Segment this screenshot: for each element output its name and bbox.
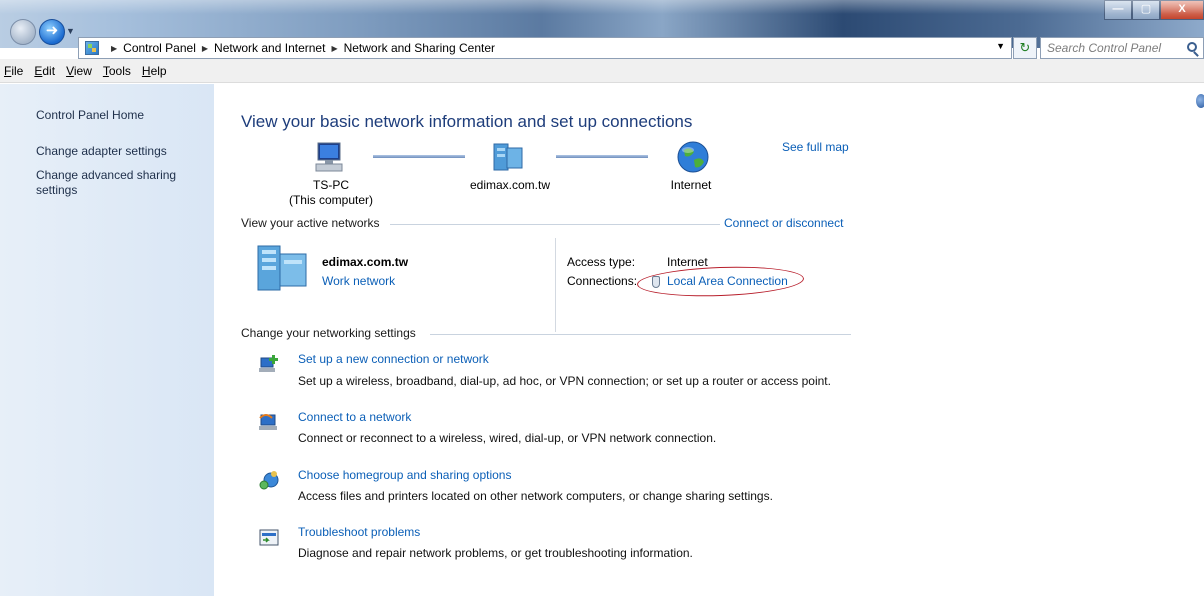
address-bar[interactable]: ▶ Control Panel ▶ Network and Internet ▶…: [78, 37, 1012, 59]
chevron-right-icon[interactable]: ▶: [331, 44, 337, 53]
help-icon[interactable]: [1196, 94, 1204, 108]
computer-sub-label: (This computer): [288, 193, 374, 207]
control-panel-icon: [85, 41, 99, 55]
task-homegroup-desc: Access files and printers located on oth…: [298, 489, 773, 503]
page-title: View your basic network information and …: [241, 112, 693, 131]
search-input[interactable]: Search Control Panel: [1040, 37, 1204, 59]
map-network-name: edimax.com.tw: [469, 178, 551, 192]
close-button[interactable]: X: [1160, 0, 1204, 20]
map-link-line: [373, 155, 465, 158]
active-networks-heading: View your active networks: [241, 216, 380, 230]
access-type-label: Access type:: [567, 255, 636, 269]
menu-bar: File Edit View Tools Help: [0, 59, 1204, 83]
menu-view[interactable]: View: [66, 64, 92, 78]
internet-globe-icon: [677, 141, 709, 173]
highlight-annotation: [636, 264, 805, 299]
back-button[interactable]: [10, 19, 36, 45]
work-network-icon: [257, 245, 307, 291]
menu-tools[interactable]: Tools: [103, 64, 131, 78]
refresh-button[interactable]: ↻: [1013, 37, 1037, 59]
breadcrumb-network-and-internet[interactable]: Network and Internet: [214, 41, 325, 55]
connect-or-disconnect-link[interactable]: Connect or disconnect: [724, 216, 843, 230]
chevron-right-icon[interactable]: ▶: [111, 44, 117, 53]
homegroup-icon: [259, 471, 279, 490]
settings-heading: Change your networking settings: [241, 326, 416, 340]
connect-network-icon: [259, 414, 277, 430]
chevron-right-icon[interactable]: ▶: [202, 44, 208, 53]
sidebar: Control Panel Home Change adapter settin…: [0, 84, 214, 596]
access-type-value: Internet: [667, 255, 708, 269]
task-connect-network-desc: Connect or reconnect to a wireless, wire…: [298, 431, 717, 445]
divider: [430, 334, 851, 335]
search-placeholder: Search Control Panel: [1047, 41, 1162, 55]
maximize-button[interactable]: ▢: [1132, 0, 1160, 20]
connections-label: Connections:: [567, 274, 638, 288]
computer-icon: [315, 142, 343, 172]
network-type-link[interactable]: Work network: [322, 274, 395, 288]
troubleshoot-icon: [259, 529, 279, 546]
task-new-connection-link[interactable]: Set up a new connection or network: [298, 352, 489, 366]
menu-file[interactable]: File: [4, 64, 23, 78]
recent-pages-dropdown-icon[interactable]: ▼: [66, 26, 75, 36]
window-controls: — ▢ X: [1104, 0, 1204, 20]
vertical-divider: [555, 238, 556, 332]
active-network-name: edimax.com.tw: [322, 255, 409, 269]
computer-name: TS-PC: [313, 178, 349, 192]
sidebar-control-panel-home[interactable]: Control Panel Home: [36, 108, 144, 122]
network-icon: [493, 143, 523, 171]
new-connection-icon: [259, 355, 278, 372]
task-troubleshoot-link[interactable]: Troubleshoot problems: [298, 525, 420, 539]
task-new-connection-desc: Set up a wireless, broadband, dial-up, a…: [298, 374, 831, 388]
menu-edit[interactable]: Edit: [34, 64, 55, 78]
map-internet-label: Internet: [670, 178, 712, 192]
task-troubleshoot-desc: Diagnose and repair network problems, or…: [298, 546, 693, 560]
forward-button[interactable]: ➜: [39, 19, 65, 45]
breadcrumb-network-and-sharing-center[interactable]: Network and Sharing Center: [344, 41, 495, 55]
address-dropdown-icon[interactable]: ▼: [996, 41, 1005, 51]
sidebar-change-advanced-sharing[interactable]: Change advanced sharing settings: [36, 168, 206, 198]
task-connect-network-link[interactable]: Connect to a network: [298, 410, 411, 424]
task-homegroup-link[interactable]: Choose homegroup and sharing options: [298, 468, 511, 482]
see-full-map-link[interactable]: See full map: [782, 140, 849, 154]
map-link-line: [556, 155, 648, 158]
menu-help[interactable]: Help: [142, 64, 167, 78]
breadcrumb-control-panel[interactable]: Control Panel: [123, 41, 196, 55]
sidebar-change-adapter-settings[interactable]: Change adapter settings: [36, 144, 206, 159]
divider: [390, 224, 720, 225]
search-icon[interactable]: [1187, 42, 1197, 52]
minimize-button[interactable]: —: [1104, 0, 1132, 20]
